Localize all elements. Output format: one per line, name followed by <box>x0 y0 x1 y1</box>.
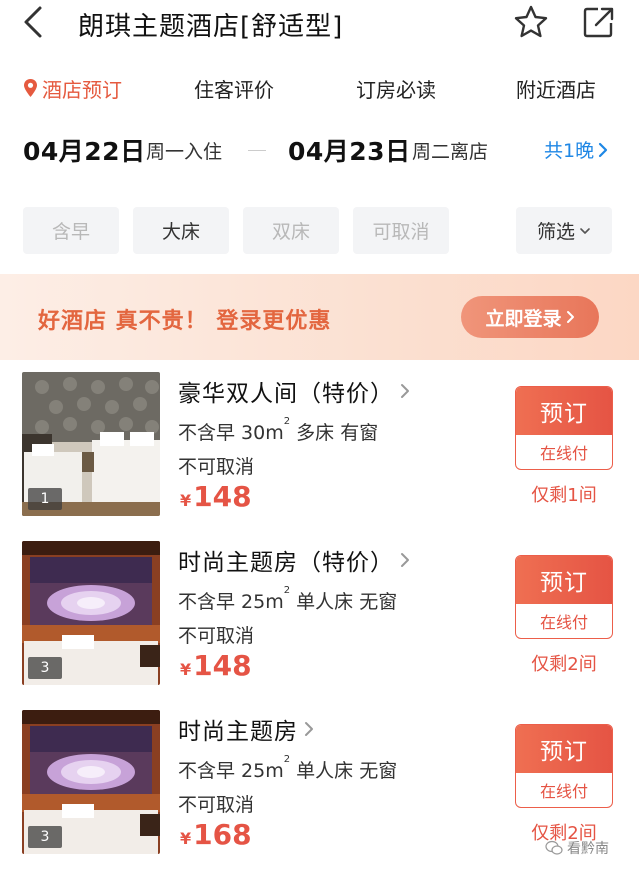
room-card[interactable]: 1 豪华双人间（特价） 不含早 30m2 多床 有窗 不可取消 ¥148 预订 … <box>0 372 639 522</box>
share-icon <box>583 7 614 38</box>
room-title[interactable]: 时尚主题房 <box>178 712 314 746</box>
checkin-label: 周一入住 <box>146 141 223 163</box>
book-label: 预订 <box>516 725 612 773</box>
room-photo[interactable]: 3 <box>22 541 160 685</box>
room-spec: 不含早 25m2 单人床 无窗 <box>178 585 398 613</box>
tab-guest-reviews[interactable]: 住客评价 <box>194 68 274 108</box>
room-title[interactable]: 豪华双人间（特价） <box>178 374 410 408</box>
favorite-button[interactable] <box>512 3 550 41</box>
checkout-date: 04月23日 <box>288 137 411 166</box>
currency-symbol: ¥ <box>180 829 192 848</box>
room-spec: 不含早 30m2 多床 有窗 <box>178 416 379 444</box>
watermark: 看黔南 <box>545 838 609 858</box>
share-button[interactable] <box>580 3 616 41</box>
photo-count-badge: 1 <box>28 488 62 510</box>
login-button[interactable]: 立即登录 <box>461 296 599 338</box>
login-label: 立即登录 <box>485 307 562 330</box>
hotel-title: 朗琪主题酒店[舒适型] <box>78 12 344 42</box>
tab-label: 订房必读 <box>356 77 436 102</box>
login-promo-banner: 好酒店 真不贵！ 登录更优惠 立即登录 <box>0 274 639 360</box>
watermark-text: 看黔南 <box>567 841 609 857</box>
price-amount: 148 <box>193 480 252 513</box>
room-card[interactable]: 3 时尚主题房（特价） 不含早 25m2 单人床 无窗 不可取消 ¥148 预订… <box>0 541 639 691</box>
room-title[interactable]: 时尚主题房（特价） <box>178 543 410 577</box>
filter-queen-bed[interactable]: 大床 <box>133 207 229 254</box>
pay-online-label: 在线付 <box>539 444 588 463</box>
room-name: 豪华双人间（特价） <box>178 381 394 407</box>
tab-nearby-hotels[interactable]: 附近酒店 <box>516 68 596 108</box>
photo-count-badge: 3 <box>28 826 62 848</box>
currency-symbol: ¥ <box>180 660 192 679</box>
filter-cancellable[interactable]: 可取消 <box>353 207 449 254</box>
tab-label: 住客评价 <box>194 77 274 102</box>
nights-count: 共1晚 <box>544 140 595 162</box>
room-price: ¥148 <box>180 649 252 682</box>
book-button[interactable]: 预订 在线付 <box>515 555 613 639</box>
wechat-icon <box>545 840 563 855</box>
stock-remaining: 仅剩1间 <box>531 485 597 506</box>
book-button[interactable]: 预订 在线付 <box>515 724 613 808</box>
room-cancel-policy: 不可取消 <box>178 794 255 816</box>
chevron-right-icon <box>401 384 409 398</box>
currency-symbol: ¥ <box>180 491 192 510</box>
room-price: ¥168 <box>180 818 252 851</box>
date-separator <box>248 150 266 151</box>
chevron-right-icon <box>598 142 608 157</box>
stock-remaining: 仅剩2间 <box>531 654 597 675</box>
back-button[interactable] <box>20 4 50 40</box>
room-photo[interactable]: 3 <box>22 710 160 854</box>
price-amount: 168 <box>193 818 252 851</box>
header: 朗琪主题酒店[舒适型] <box>0 0 639 50</box>
book-label: 预订 <box>516 387 612 435</box>
pay-online-label: 在线付 <box>539 782 588 801</box>
chevron-right-icon <box>305 722 313 736</box>
location-pin-icon <box>24 79 37 97</box>
filter-bar: 含早 大床 双床 可取消 筛选 <box>0 207 639 255</box>
room-cancel-policy: 不可取消 <box>178 456 255 478</box>
tab-bar: 酒店预订 住客评价 订房必读 附近酒店 <box>0 68 639 108</box>
room-name: 时尚主题房 <box>178 719 298 745</box>
chevron-down-icon <box>580 227 590 234</box>
room-price: ¥148 <box>180 480 252 513</box>
checkout-label: 周二离店 <box>412 141 489 163</box>
checkin-date: 04月22日 <box>23 137 146 166</box>
star-icon <box>514 5 548 38</box>
tab-label: 附近酒店 <box>516 77 596 102</box>
nights-link[interactable]: 共1晚 <box>544 136 608 163</box>
room-cancel-policy: 不可取消 <box>178 625 255 647</box>
chevron-left-icon <box>24 6 42 38</box>
book-button[interactable]: 预订 在线付 <box>515 386 613 470</box>
tab-booking-notes[interactable]: 订房必读 <box>356 68 436 108</box>
chevron-right-icon <box>566 311 574 323</box>
filter-breakfast[interactable]: 含早 <box>23 207 119 254</box>
tab-hotel-booking[interactable]: 酒店预订 <box>23 68 122 108</box>
filter-twin-bed[interactable]: 双床 <box>243 207 339 254</box>
room-spec: 不含早 25m2 单人床 无窗 <box>178 754 398 782</box>
book-label: 预订 <box>516 556 612 604</box>
room-name: 时尚主题房（特价） <box>178 550 394 576</box>
price-amount: 148 <box>193 649 252 682</box>
pay-online-label: 在线付 <box>539 613 588 632</box>
filter-screen-button[interactable]: 筛选 <box>516 207 612 254</box>
filter-screen-label: 筛选 <box>536 221 575 243</box>
photo-count-badge: 3 <box>28 657 62 679</box>
chevron-right-icon <box>401 553 409 567</box>
date-selector[interactable]: 04月22日 周一入住 04月23日 周二离店 共1晚 <box>0 128 639 172</box>
room-card[interactable]: 3 时尚主题房 不含早 25m2 单人床 无窗 不可取消 ¥168 预订 在线付… <box>0 710 639 860</box>
room-photo[interactable]: 1 <box>22 372 160 516</box>
tab-label: 酒店预订 <box>42 77 122 102</box>
promo-text: 好酒店 真不贵！ 登录更优惠 <box>38 309 332 334</box>
